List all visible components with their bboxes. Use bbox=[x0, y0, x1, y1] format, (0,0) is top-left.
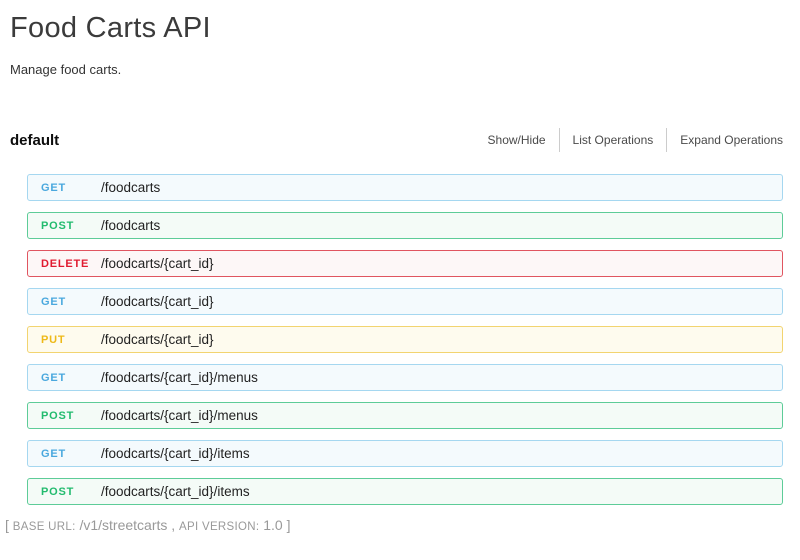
footer-open-bracket: [ bbox=[5, 517, 9, 533]
http-method-badge: PUT bbox=[41, 334, 101, 346]
api-version-label: API VERSION: bbox=[179, 521, 259, 533]
endpoint-list: GET /foodcarts POST /foodcarts DELETE /f… bbox=[27, 174, 783, 516]
endpoint-path[interactable]: /foodcarts bbox=[101, 180, 160, 195]
http-method-badge: POST bbox=[41, 410, 101, 422]
expand-operations-link[interactable]: Expand Operations bbox=[666, 128, 783, 152]
section-controls: Show/Hide List Operations Expand Operati… bbox=[475, 128, 783, 152]
page-subtitle: Manage food carts. bbox=[10, 62, 121, 77]
http-method-badge: POST bbox=[41, 486, 101, 498]
http-method-badge: POST bbox=[41, 220, 101, 232]
http-method-badge: DELETE bbox=[41, 258, 101, 270]
api-version-value: 1.0 bbox=[263, 517, 282, 533]
endpoint-path[interactable]: /foodcarts bbox=[101, 218, 160, 233]
endpoint-path[interactable]: /foodcarts/{cart_id}/menus bbox=[101, 370, 258, 385]
base-url-value: /v1/streetcarts bbox=[79, 517, 167, 533]
endpoint-row[interactable]: POST /foodcarts/{cart_id}/items bbox=[27, 478, 783, 505]
http-method-badge: GET bbox=[41, 372, 101, 384]
endpoint-path[interactable]: /foodcarts/{cart_id} bbox=[101, 294, 214, 309]
show-hide-link[interactable]: Show/Hide bbox=[475, 128, 559, 152]
base-url-label: BASE URL: bbox=[13, 521, 76, 533]
http-method-badge: GET bbox=[41, 182, 101, 194]
endpoint-row[interactable]: GET /foodcarts bbox=[27, 174, 783, 201]
resource-section-header: default Show/Hide List Operations Expand… bbox=[10, 128, 783, 152]
http-method-badge: GET bbox=[41, 296, 101, 308]
endpoint-row[interactable]: PUT /foodcarts/{cart_id} bbox=[27, 326, 783, 353]
page-title: Food Carts API bbox=[10, 12, 211, 45]
http-method-badge: GET bbox=[41, 448, 101, 460]
endpoint-path[interactable]: /foodcarts/{cart_id}/menus bbox=[101, 408, 258, 423]
api-docs-page: Food Carts API Manage food carts. defaul… bbox=[0, 0, 800, 560]
endpoint-path[interactable]: /foodcarts/{cart_id} bbox=[101, 332, 214, 347]
list-operations-link[interactable]: List Operations bbox=[559, 128, 667, 152]
endpoint-row[interactable]: POST /foodcarts/{cart_id}/menus bbox=[27, 402, 783, 429]
endpoint-row[interactable]: DELETE /foodcarts/{cart_id} bbox=[27, 250, 783, 277]
footer-separator: , bbox=[171, 517, 175, 533]
endpoint-row[interactable]: POST /foodcarts bbox=[27, 212, 783, 239]
endpoint-row[interactable]: GET /foodcarts/{cart_id}/menus bbox=[27, 364, 783, 391]
endpoint-row[interactable]: GET /foodcarts/{cart_id} bbox=[27, 288, 783, 315]
endpoint-path[interactable]: /foodcarts/{cart_id}/items bbox=[101, 446, 250, 461]
resource-section-title[interactable]: default bbox=[10, 132, 59, 149]
endpoint-path[interactable]: /foodcarts/{cart_id}/items bbox=[101, 484, 250, 499]
base-url-footer: [ BASE URL: /v1/streetcarts , API VERSIO… bbox=[5, 517, 290, 533]
endpoint-path[interactable]: /foodcarts/{cart_id} bbox=[101, 256, 214, 271]
endpoint-row[interactable]: GET /foodcarts/{cart_id}/items bbox=[27, 440, 783, 467]
footer-close-bracket: ] bbox=[287, 517, 291, 533]
